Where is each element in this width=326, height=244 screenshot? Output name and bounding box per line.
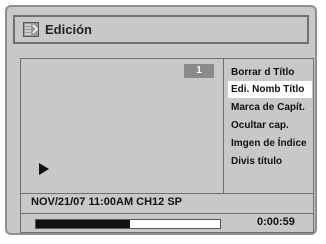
recording-info-row: NOV/21/07 11:00AM CH12 SP <box>20 194 314 214</box>
title-bar: Edición <box>13 15 309 44</box>
menu-item-edit-title-name[interactable]: Edi. Nomb Títlo <box>228 81 312 98</box>
page-title: Edición <box>45 22 92 37</box>
play-icon <box>39 163 49 175</box>
progress-bar-fill <box>36 220 130 228</box>
menu-item-delete-title[interactable]: Borrar d Títlo <box>228 64 312 81</box>
edit-icon <box>23 22 39 37</box>
edit-menu: Borrar d Títlo Edi. Nomb Títlo Marca de … <box>224 58 314 194</box>
progress-bar <box>35 219 221 229</box>
playback-row: 0:00:59 <box>20 214 314 233</box>
recording-info: NOV/21/07 11:00AM CH12 SP <box>31 196 183 208</box>
chapter-number-badge: 1 <box>184 64 214 78</box>
elapsed-time: 0:00:59 <box>257 216 295 228</box>
menu-item-hide-chapter[interactable]: Ocultar cap. <box>228 117 312 134</box>
menu-item-index-picture[interactable]: Imgen de Índice <box>228 135 312 152</box>
title-preview <box>20 58 224 194</box>
menu-item-divide-title[interactable]: Divis título <box>228 153 312 170</box>
menu-item-chapter-mark[interactable]: Marca de Capít. <box>228 99 312 116</box>
